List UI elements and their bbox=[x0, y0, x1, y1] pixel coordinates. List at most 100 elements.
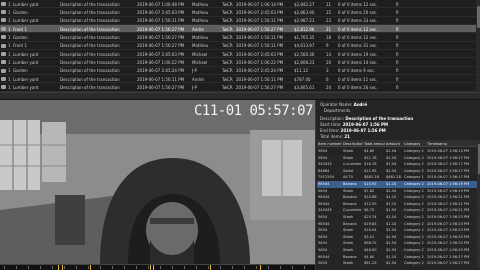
event-cell-description: Description of the transaction bbox=[60, 60, 120, 66]
item-cell: 2019-06-07 1:56:21 PM bbox=[427, 195, 470, 200]
item-row[interactable]: 5654 Steak $25.74 $2.54 Category 2 2019-06-07… bbox=[317, 214, 477, 221]
item-cell: $1.10 bbox=[386, 254, 397, 259]
item-cell: Cucumber bbox=[343, 208, 362, 213]
items-column-header[interactable]: Timestamp bbox=[427, 142, 477, 147]
item-cell: $1.10 bbox=[386, 195, 397, 200]
item-cell: $3.51 bbox=[364, 234, 375, 239]
items-column-header[interactable]: Amount bbox=[386, 142, 403, 147]
departments-label[interactable]: Departments bbox=[324, 108, 350, 113]
event-cell-tag: TwCR bbox=[222, 26, 233, 32]
item-row[interactable]: 5654 Steak $46.00 $2.54 Category 2 2019-06-07… bbox=[317, 247, 477, 254]
item-cell: 2019-06-07 1:56:23 PM bbox=[427, 221, 470, 226]
timeline-event-marker[interactable] bbox=[153, 265, 154, 270]
item-cell: $10.88 bbox=[364, 195, 377, 200]
event-cell-count: 21 bbox=[326, 26, 332, 32]
item-cell: Category 2 bbox=[404, 162, 424, 167]
items-column-header[interactable]: Total amount bbox=[364, 142, 385, 147]
timeline-tick bbox=[28, 266, 29, 269]
item-row[interactable]: 5654 Steak $10.04 $2.54 Category 2 2019-06-07… bbox=[317, 227, 477, 234]
item-cell: $16.78 bbox=[364, 162, 377, 167]
item-row[interactable]: 5654 Steak $4.60 $2.54 Category 2 2019-06-07 … bbox=[317, 148, 477, 155]
item-cell: $881.28 bbox=[386, 175, 401, 180]
item-row[interactable]: 98544 Banana $12.59 $1.10 Category 2 2019-06-… bbox=[317, 201, 477, 208]
item-row[interactable]: 5654 Steak $81.23 $2.54 Category 2 2019-06-07… bbox=[317, 260, 477, 267]
item-cell: Cucumber bbox=[343, 162, 362, 167]
event-row[interactable]: 1 Lumber yard Description of the transacti… bbox=[0, 17, 480, 25]
item-row[interactable]: 84664 Salad $11.95 $2.54 Category 2 2019-06-0… bbox=[317, 167, 477, 175]
event-cell-cashier: Mathieu bbox=[192, 43, 209, 49]
event-cell-tag: TwCR bbox=[222, 76, 233, 82]
timeline-event-marker[interactable] bbox=[210, 265, 211, 270]
event-cell-description: Description of the transaction bbox=[60, 51, 120, 57]
event-row[interactable]: 1 Lumber yard Description of the transacti… bbox=[0, 0, 480, 9]
pane-splitter[interactable] bbox=[0, 92, 480, 100]
item-cell: Steak bbox=[343, 188, 354, 193]
items-column-header[interactable]: Category bbox=[404, 142, 426, 147]
timeline-tick bbox=[88, 266, 89, 269]
event-cell-time2: 2019-06-07 2:45:03 PM bbox=[236, 9, 284, 15]
items-scroll-thumb[interactable] bbox=[477, 144, 480, 174]
event-cell-id: 1 bbox=[8, 76, 11, 82]
event-row[interactable]: 1 Front 1 Description of the transaction 20… bbox=[0, 25, 480, 34]
timeline-tick bbox=[112, 266, 113, 269]
item-row[interactable]: 98544 Banana $4.60 $1.10 Category 2 2019-06-0… bbox=[317, 254, 477, 261]
item-row[interactable]: 5654 Steak $11.78 $2.54 Category 2 2019-06-07… bbox=[317, 154, 477, 162]
event-row[interactable]: 1 Garden Description of the transaction 201… bbox=[0, 8, 480, 17]
register-icon bbox=[1, 43, 6, 48]
event-cell-status: 0 of 0 items 9 sec. bbox=[338, 68, 375, 74]
events-grid[interactable]: 1 Lumber yard Description of the transacti… bbox=[0, 0, 480, 92]
item-row[interactable]: 345433 Cucumber $6.75 $1.54 Category 2 2019-0… bbox=[317, 207, 477, 214]
item-cell: 2019-06-07 1:56:23 PM bbox=[427, 215, 470, 219]
item-row[interactable]: 5654 Steak $7.82 $2.54 Category 2 2019-06-07 … bbox=[317, 188, 477, 195]
item-row[interactable]: 98544 Banana $10.88 $1.10 Category 2 2019-06-… bbox=[317, 194, 477, 201]
event-cell-flag: fl bbox=[396, 68, 399, 74]
item-cell: $2.54 bbox=[386, 228, 397, 233]
items-column-header[interactable]: Description bbox=[343, 142, 363, 147]
register-icon bbox=[1, 60, 6, 65]
event-row[interactable]: 1 Garden Description of the transaction 201… bbox=[0, 67, 480, 76]
items-column-header[interactable]: Item number bbox=[318, 142, 342, 147]
event-cell-id: 1 bbox=[8, 34, 11, 40]
item-cell: Category 2 bbox=[404, 241, 424, 246]
event-row[interactable]: 1 Front 1 Description of the transaction 20… bbox=[0, 42, 480, 51]
event-cell-status: 0 of 0 items 12 sec. bbox=[338, 26, 378, 32]
total-items-line: Total items: 21 bbox=[320, 134, 350, 139]
item-cell: Banana bbox=[343, 254, 357, 259]
item-cell: Steak bbox=[343, 261, 354, 266]
event-row[interactable]: 1 Garden Description of the transaction 201… bbox=[0, 33, 480, 42]
timeline-event-marker[interactable] bbox=[260, 265, 261, 270]
event-cell-time2: 2019-06-07 1:56:11 PM bbox=[236, 43, 284, 49]
video-player[interactable] bbox=[0, 100, 315, 264]
item-row[interactable]: 98544 Banana $15.93 $1.10 Category 2 2019-06-… bbox=[317, 181, 477, 188]
item-row[interactable]: 5654 Steak $98.75 $2.54 Category 2 2019-06-07… bbox=[317, 240, 477, 247]
event-row[interactable]: 1 Lumber yard Description of the transacti… bbox=[0, 58, 480, 67]
timeline-event-marker[interactable] bbox=[62, 265, 63, 270]
item-row[interactable]: 345433 Cucumber $16.78 $1.54 Category 2 2019-… bbox=[317, 161, 477, 168]
event-cell-count: 9 bbox=[326, 43, 329, 49]
timeline-event-marker[interactable] bbox=[90, 265, 91, 270]
item-row[interactable]: 98544 Banana $19.83 $1.10 Category 2 2019-06-… bbox=[317, 220, 477, 228]
item-cell: 2019-06-07 1:56:17 PM bbox=[427, 175, 470, 180]
item-row[interactable]: 5654 Steak $3.51 $2.54 Category 2 2019-06-07 … bbox=[317, 233, 477, 241]
timeline-event-marker[interactable] bbox=[150, 265, 151, 270]
register-icon bbox=[1, 10, 6, 15]
event-cell-tag: TwCR bbox=[222, 85, 233, 91]
event-row[interactable]: 1 Lumber yard Description of the transacti… bbox=[0, 50, 480, 59]
event-row[interactable]: 1 Lumber yard Description of the transacti… bbox=[0, 75, 480, 84]
item-cell: 2019-06-07 1:56:27 PM bbox=[427, 261, 470, 266]
event-cell-tag: TwCR bbox=[222, 34, 233, 40]
event-cell-time2: 2019-06-07 2:45:03 PM bbox=[236, 51, 284, 57]
end-time-line: End time: 2019-06-07 1:56 PM bbox=[320, 128, 386, 133]
timeline-event-marker[interactable] bbox=[58, 265, 59, 270]
item-cell: $11.95 bbox=[364, 168, 377, 173]
event-row[interactable]: 1 Lumber yard Description of the transacti… bbox=[0, 84, 480, 92]
event-cell-cashier: J-P bbox=[192, 68, 197, 74]
item-cell: $2.54 bbox=[386, 168, 397, 173]
item-row[interactable]: TV12554 All TV $881.28 $881.28 Category 1 201… bbox=[317, 174, 477, 181]
video-timeline[interactable] bbox=[0, 264, 315, 270]
item-cell: 2019-06-07 1:56:19 PM bbox=[427, 188, 470, 193]
item-cell: 2019-06-07 1:56:23 PM bbox=[427, 228, 470, 233]
event-cell-count: 24 bbox=[326, 85, 332, 91]
events-scrollbar[interactable] bbox=[476, 0, 480, 92]
events-scroll-thumb[interactable] bbox=[476, 6, 480, 28]
